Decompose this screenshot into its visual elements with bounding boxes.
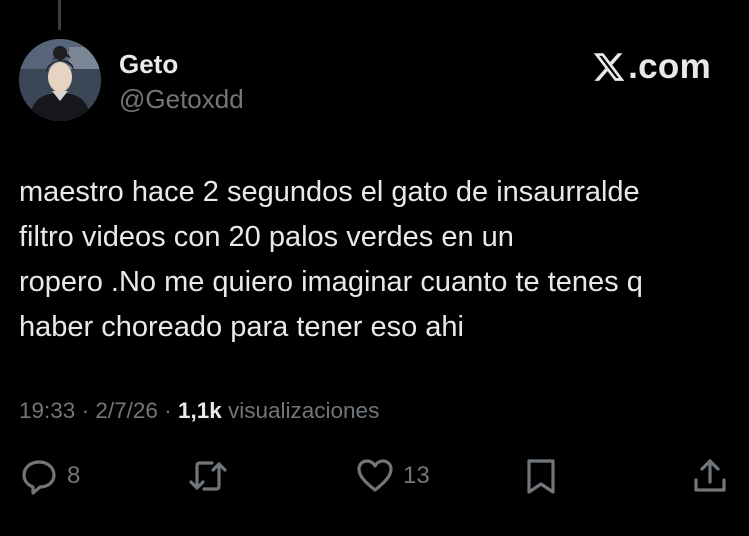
brand-text: .com <box>628 47 711 86</box>
tweet-text: maestro hace 2 segundos el gato de insau… <box>19 170 719 350</box>
reply-count: 8 <box>67 462 81 489</box>
tweet-text-line: filtro videos con 20 palos verdes en un <box>19 221 514 253</box>
like-button[interactable]: 13 <box>355 456 430 496</box>
bookmark-icon <box>523 456 559 496</box>
tweet-time[interactable]: 19:33 <box>19 398 75 423</box>
views-count[interactable]: 1,1k <box>178 398 222 423</box>
user-handle[interactable]: @Getoxdd <box>119 84 244 114</box>
reply-icon <box>19 456 59 496</box>
separator-dot: · <box>164 398 172 423</box>
share-icon <box>691 456 729 496</box>
bookmark-button[interactable] <box>523 456 559 496</box>
tweet-text-line: ropero .No me quiero imaginar cuanto te … <box>19 266 643 298</box>
brand-watermark: .com <box>592 48 711 86</box>
like-count: 13 <box>403 462 430 489</box>
retweet-icon <box>187 456 229 496</box>
separator-dot: · <box>81 398 90 423</box>
share-button[interactable] <box>691 456 729 496</box>
reply-button[interactable]: 8 <box>19 456 80 496</box>
tweet-text-line: maestro hace 2 segundos el gato de insau… <box>19 176 640 208</box>
tweet-metadata: 19:33 · 2/7/26 · 1,1k visualizaciones <box>19 396 379 426</box>
avatar[interactable] <box>19 39 101 121</box>
heart-icon <box>355 456 395 496</box>
retweet-button[interactable] <box>187 456 229 496</box>
display-name[interactable]: Geto <box>119 49 178 79</box>
x-logo-icon <box>592 50 626 84</box>
views-label: visualizaciones <box>228 398 380 423</box>
tweet-date[interactable]: 2/7/26 <box>95 398 158 423</box>
thread-connector-line <box>58 0 61 30</box>
tweet-text-line: haber choreado para tener eso ahi <box>19 311 464 343</box>
action-bar: 8 13 <box>0 456 749 496</box>
